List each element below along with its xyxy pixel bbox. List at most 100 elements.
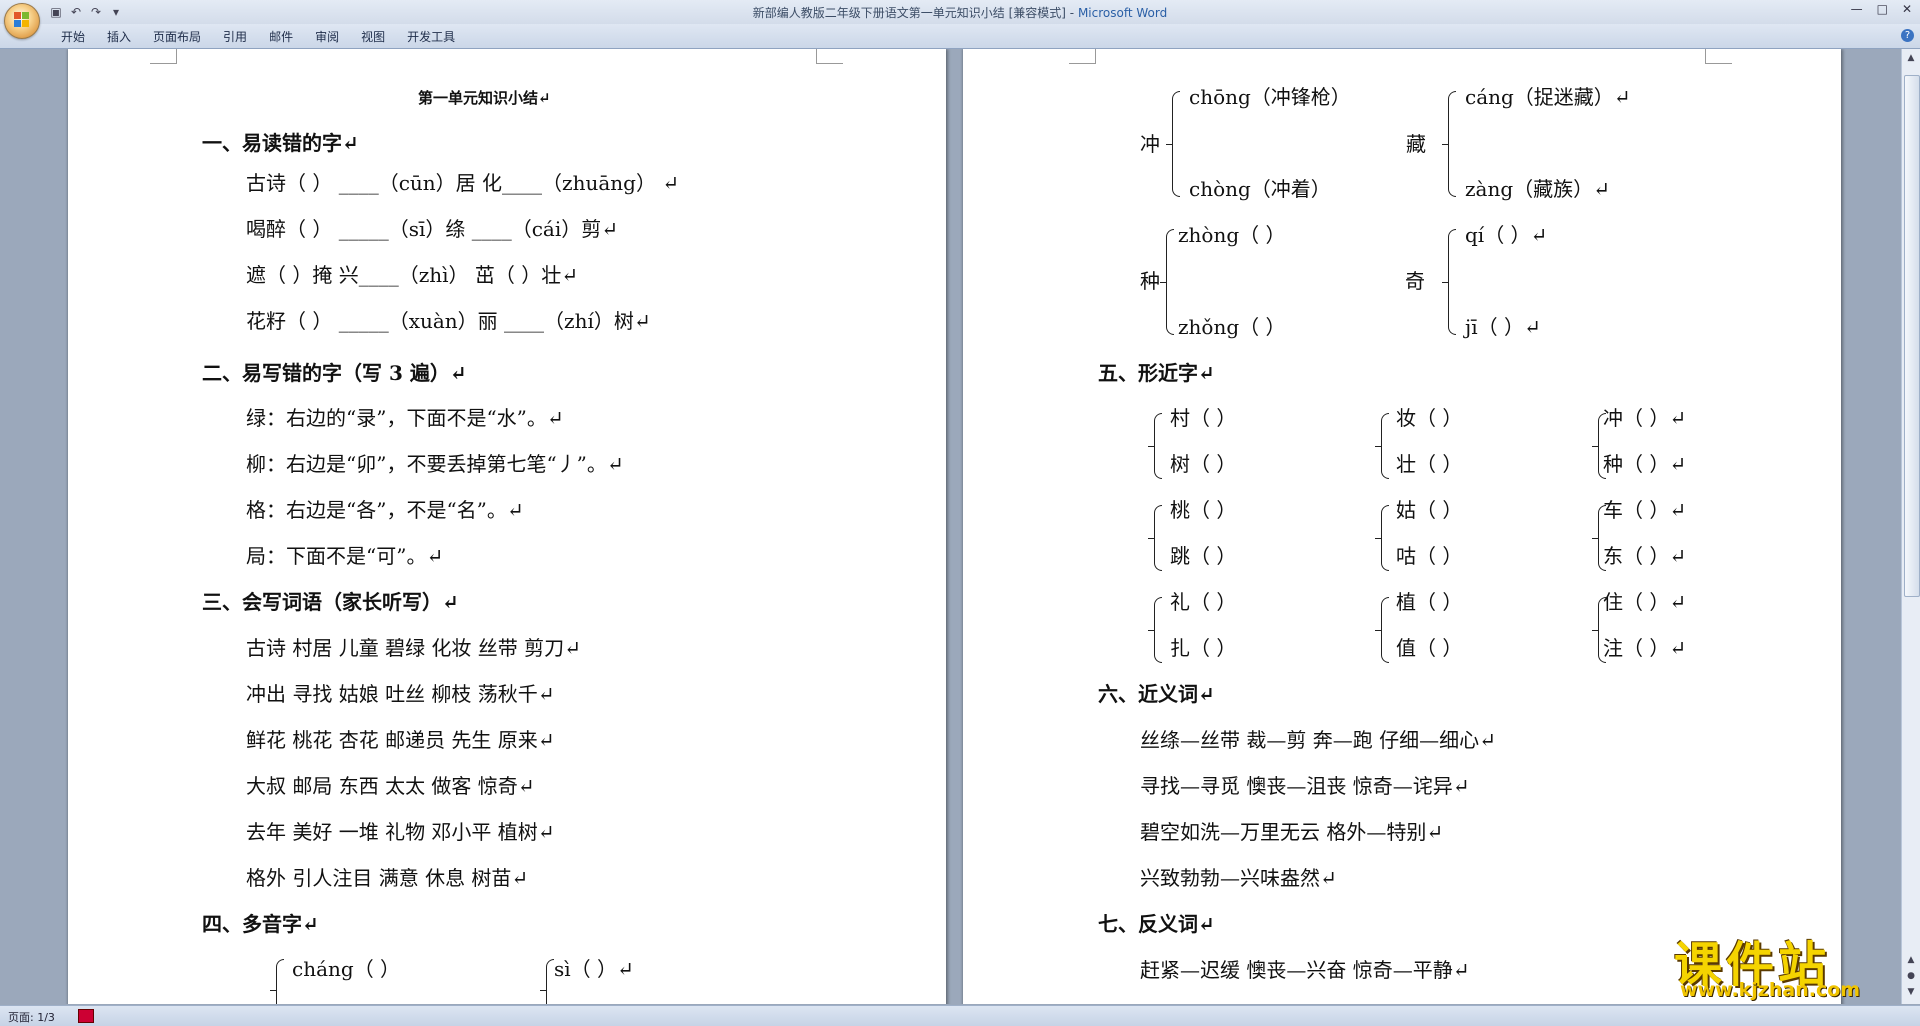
text-line: 住（ ）↵ [1603,590,1687,614]
brace [540,959,554,1004]
text-line: 绿：右边的“录”，下面不是“水”。↵ [246,406,564,430]
text-line: 姑（ ） [1396,498,1463,522]
office-logo-icon [14,12,30,28]
text-line: 花籽（ ） _____（xuàn）丽 ____（zhí）树↵ [246,309,651,333]
text-line: 古诗（ ） ____（cūn）居 化____（zhuāng） ↵ [246,171,680,195]
brace [1442,229,1456,335]
prev-page-icon[interactable]: ▲ [1905,954,1917,966]
section-heading: 二、易写错的字（写 3 遍）↵ [202,361,467,385]
page-1: 第一单元知识小结↵ 一、易读错的字↵ 古诗（ ） ____（cūn）居 化___… [68,49,946,1004]
watermark-url: www.kjzhan.com [1680,979,1861,1001]
vertical-scrollbar[interactable]: ▲ ▲ ● ▼ [1901,49,1920,1004]
text-line: 喝醉（ ） _____（sī）绦 ____（cái）剪↵ [246,217,619,241]
text-line: 村（ ） [1170,406,1237,430]
text-line: 桃（ ） [1170,498,1237,522]
text-line: 注（ ）↵ [1603,636,1687,660]
text-line: 壮（ ） [1396,452,1463,476]
text-line: 鲜花 桃花 杏花 邮递员 先生 原来↵ [246,728,555,752]
next-page-icon[interactable]: ▼ [1905,986,1917,998]
tab-insert[interactable]: 插入 [96,29,142,45]
text-line: 礼（ ） [1170,590,1237,614]
page-title: 第一单元知识小结↵ [418,89,551,107]
app-name: Microsoft Word [1077,6,1168,20]
margin-corner-mark [1705,49,1732,64]
tab-home[interactable]: 开始 [50,29,96,45]
margin-corner-mark [1069,49,1096,64]
text-line: cháng（ ） [292,957,401,981]
tab-review[interactable]: 审阅 [304,29,350,45]
text-line: 遮（ ）掩 兴____（zhì） 茁（ ）壮↵ [246,263,579,287]
text-line: 东（ ）↵ [1603,544,1687,568]
poly-char: 种 [1140,269,1160,293]
tab-mailings[interactable]: 邮件 [258,29,304,45]
tab-view[interactable]: 视图 [350,29,396,45]
margin-corner-mark [150,49,177,64]
text-line: 寻找—寻觅 懊丧—沮丧 惊奇—诧异↵ [1140,774,1470,798]
text-line: 碧空如洗—万里无云 格外—特别↵ [1140,820,1444,844]
scroll-up-icon[interactable]: ▲ [1905,52,1917,64]
text-line: sì（ ）↵ [554,957,634,981]
brace [1160,229,1174,335]
document-title: 新部编人教版二年级下册语文第一单元知识小结 [兼容模式] [752,6,1066,20]
poly-char: 藏 [1406,132,1426,156]
brace [1166,91,1180,197]
title-bar: ▣ ↶ ↷ ▾ 新部编人教版二年级下册语文第一单元知识小结 [兼容模式] - M… [0,0,1920,39]
ribbon-tabs: 开始 插入 页面布局 引用 邮件 审阅 视图 开发工具 [50,29,466,45]
brace [1148,597,1162,663]
text-line: 去年 美好 一堆 礼物 邓小平 植树↵ [246,820,555,844]
text-line: 咕（ ） [1396,544,1463,568]
text-line: 车（ ）↵ [1603,498,1687,522]
minimize-button[interactable]: — [1851,2,1863,16]
text-line: 柳：右边是“卯”，不要丢掉第七笔“丿”。↵ [246,452,624,476]
brace [1442,91,1456,197]
section-heading: 一、易读错的字↵ [202,131,359,155]
text-line: 树（ ） [1170,452,1237,476]
proofing-icon[interactable] [78,1009,94,1023]
text-line: chōng（冲锋枪） [1189,85,1351,109]
text-line: 兴致勃勃—兴味盎然↵ [1140,866,1337,890]
section-heading: 五、形近字↵ [1098,361,1215,385]
help-icon[interactable]: ? [1901,29,1914,42]
page-2: 冲 chōng（冲锋枪） chòng（冲着） 藏 cáng（捉迷藏）↵ zàng… [963,49,1841,1004]
poly-char: 冲 [1140,132,1160,156]
text-line: 扎（ ） [1170,636,1237,660]
text-line: 格：右边是“各”，不是“名”。↵ [246,498,524,522]
text-line: chòng（冲着） [1189,177,1331,201]
text-line: 格外 引人注目 满意 休息 树苗↵ [246,866,529,890]
brace [1148,505,1162,571]
text-line: zhǒng（ ） [1178,315,1286,339]
tab-references[interactable]: 引用 [212,29,258,45]
scroll-thumb[interactable] [1904,75,1920,597]
text-line: 局：下面不是“可”。↵ [246,544,444,568]
text-line: 冲出 寻找 姑娘 吐丝 柳枝 荡秋千↵ [246,682,555,706]
watermark-logo: 课件站 www.kjzhan.com [1660,925,1900,1005]
text-line: cáng（捉迷藏）↵ [1465,85,1631,109]
page-indicator[interactable]: 页面: 1/3 [8,1009,55,1025]
text-line: 丝绦—丝带 裁—剪 奔—跑 仔细—细心↵ [1140,728,1496,752]
text-line: zhòng（ ） [1178,223,1286,247]
brace [1375,505,1389,571]
office-button[interactable] [4,3,40,39]
text-line: 大叔 邮局 东西 太太 做客 惊奇↵ [246,774,535,798]
brace [1375,597,1389,663]
text-line: 植（ ） [1396,590,1463,614]
maximize-button[interactable]: □ [1877,2,1888,16]
text-line: jī（ ）↵ [1465,315,1541,339]
poly-char: 奇 [1405,269,1425,293]
section-heading: 七、反义词↵ [1098,912,1215,936]
close-button[interactable]: ✕ [1902,2,1912,16]
window-controls: — □ ✕ [1851,2,1912,16]
tab-page-layout[interactable]: 页面布局 [142,29,212,45]
ribbon: 开始 插入 页面布局 引用 邮件 审阅 视图 开发工具 ? [0,24,1920,49]
window-title: 新部编人教版二年级下册语文第一单元知识小结 [兼容模式] - Microsoft… [752,6,1168,20]
tab-developer[interactable]: 开发工具 [396,29,466,45]
text-line: 妆（ ） [1396,406,1463,430]
brace [1375,413,1389,479]
status-bar: 页面: 1/3 [0,1005,1920,1026]
text-line: 赶紧—迟缓 懊丧—兴奋 惊奇—平静↵ [1140,958,1470,982]
document-area[interactable]: 第一单元知识小结↵ 一、易读错的字↵ 古诗（ ） ____（cūn）居 化___… [0,49,1901,1004]
text-line: 跳（ ） [1170,544,1237,568]
brace [1148,413,1162,479]
text-line: 种（ ）↵ [1603,452,1687,476]
select-browse-object-icon[interactable]: ● [1905,970,1917,982]
